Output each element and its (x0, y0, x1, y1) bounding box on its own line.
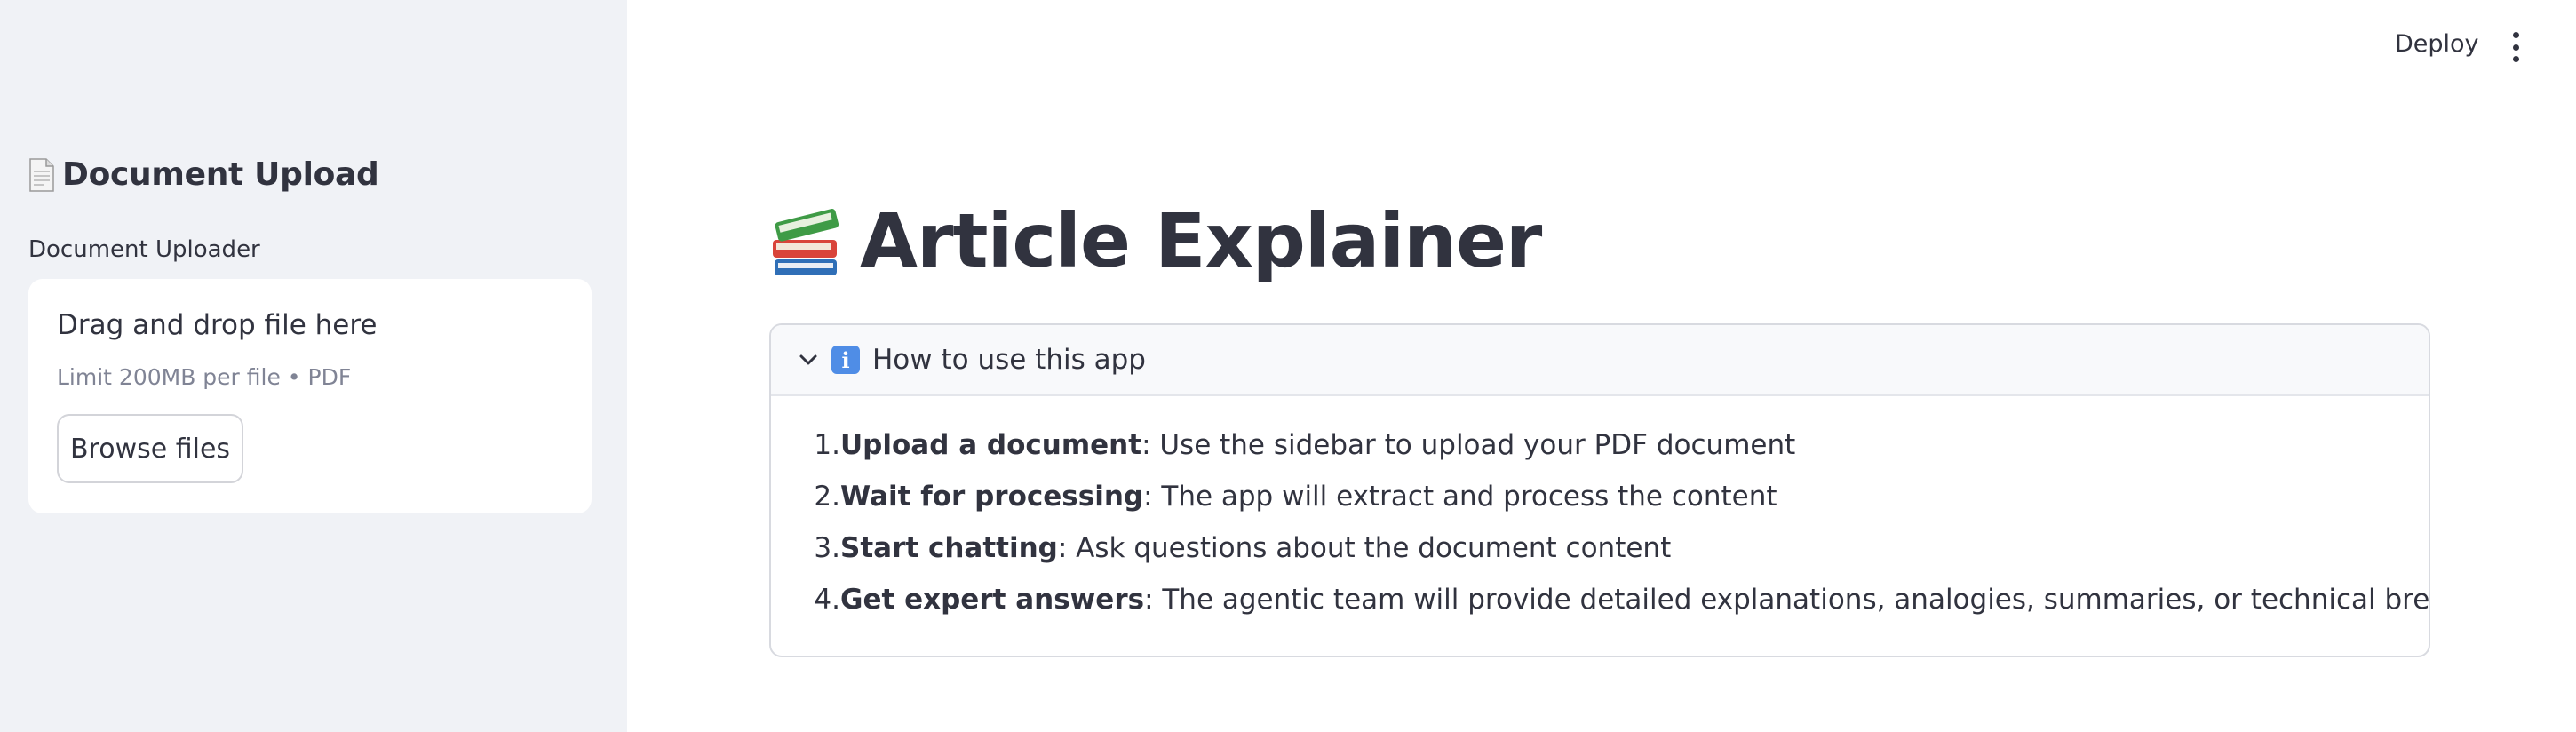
step-bold: Get expert answers (840, 584, 1145, 616)
step-rest: : Use the sidebar to upload your PDF doc… (1141, 429, 1796, 461)
page-title: Article Explainer (769, 197, 1542, 284)
step-rest: : Ask questions about the document conte… (1057, 532, 1672, 564)
expander-header[interactable]: i How to use this app (771, 325, 2429, 396)
step-rest: : The agentic team will provide detailed… (1144, 584, 2430, 616)
step-text: Upload a document: Use the sidebar to up… (840, 429, 1795, 461)
file-dropzone[interactable]: Drag and drop file here Limit 200MB per … (28, 279, 592, 513)
step-bold: Wait for processing (840, 481, 1144, 513)
kebab-menu-icon[interactable] (2507, 32, 2524, 62)
step-number: 1. (814, 429, 840, 461)
list-item: 4. Get expert answers: The agentic team … (771, 574, 2429, 625)
step-number: 4. (814, 584, 840, 616)
how-to-expander: i How to use this app 1. Upload a docume… (769, 323, 2430, 657)
document-icon (28, 157, 55, 192)
step-number: 3. (814, 532, 840, 564)
uploader-label: Document Uploader (28, 236, 260, 263)
step-bold: Start chatting (840, 532, 1058, 564)
page-title-text: Article Explainer (860, 197, 1542, 284)
sidebar-title-text: Document Upload (62, 156, 379, 193)
dropzone-limit-text: Limit 200MB per file • PDF (57, 364, 352, 390)
steps-list: 1. Upload a document: Use the sidebar to… (771, 396, 2429, 625)
sidebar-title: Document Upload (28, 156, 379, 193)
deploy-button[interactable]: Deploy (2395, 30, 2479, 58)
app-root: Document Upload Document Uploader Drag a… (0, 0, 2576, 732)
step-rest: : The app will extract and process the c… (1143, 481, 1777, 513)
sidebar: Document Upload Document Uploader Drag a… (0, 0, 627, 732)
step-bold: Upload a document (840, 429, 1142, 461)
step-text: Start chatting: Ask questions about the … (840, 532, 1671, 564)
list-item: 1. Upload a document: Use the sidebar to… (771, 419, 2429, 471)
expander-title: How to use this app (872, 344, 1146, 376)
books-icon (769, 201, 844, 281)
browse-files-button[interactable]: Browse files (57, 414, 243, 483)
step-text: Get expert answers: The agentic team wil… (840, 584, 2430, 616)
list-item: 3. Start chatting: Ask questions about t… (771, 522, 2429, 574)
info-icon: i (831, 346, 860, 374)
step-text: Wait for processing: The app will extrac… (840, 481, 1777, 513)
dropzone-title: Drag and drop file here (57, 309, 378, 341)
list-item: 2. Wait for processing: The app will ext… (771, 471, 2429, 522)
step-number: 2. (814, 481, 840, 513)
chevron-down-icon (798, 349, 819, 370)
